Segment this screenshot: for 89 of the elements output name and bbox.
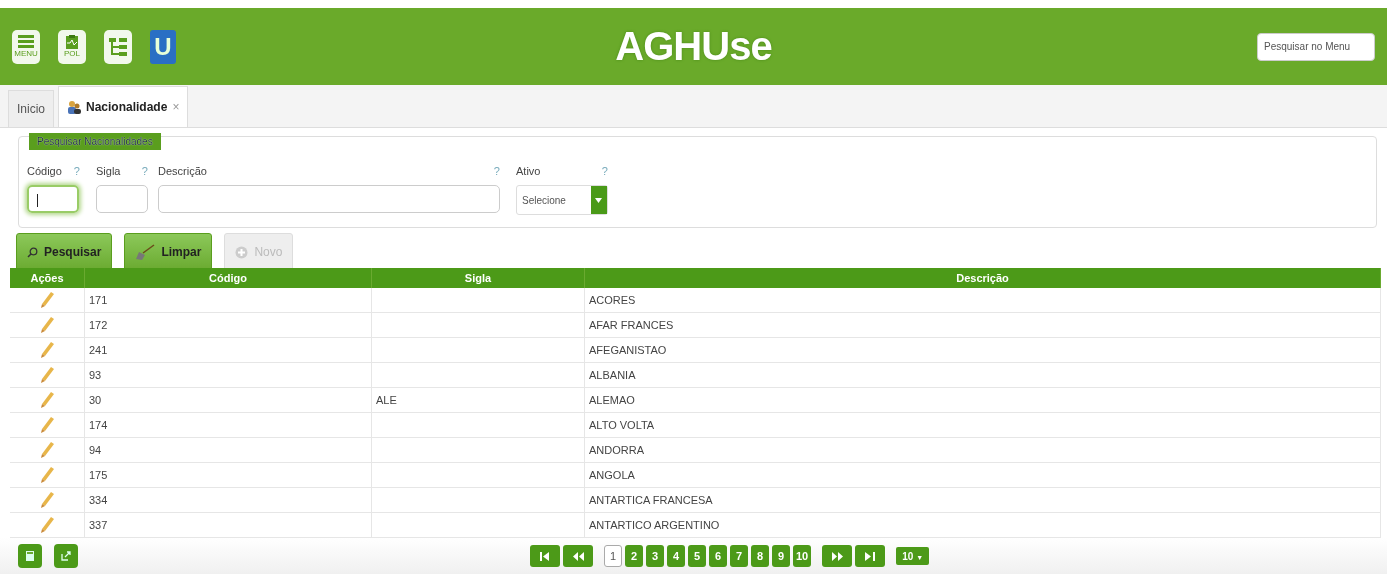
help-icon[interactable]: ?: [493, 165, 500, 177]
column-header[interactable]: Sigla: [371, 268, 585, 288]
table-cell: AFEGANISTAO: [584, 337, 1381, 363]
field-label: Descrição: [158, 165, 207, 177]
table-cell: AFAR FRANCES: [584, 312, 1381, 338]
table-cell: ALTO VOLTA: [584, 412, 1381, 438]
search-icon: [27, 246, 38, 258]
page-button[interactable]: 10: [793, 545, 812, 567]
input-field[interactable]: [27, 185, 79, 213]
export-icon: [61, 551, 71, 561]
pencil-icon[interactable]: [39, 440, 55, 458]
clipboard-icon: [66, 35, 78, 49]
tree-icon: [108, 35, 128, 58]
pencil-icon[interactable]: [39, 290, 55, 308]
column-header[interactable]: Ações: [10, 268, 85, 288]
page-button[interactable]: 5: [688, 545, 706, 567]
help-icon[interactable]: ?: [601, 165, 608, 177]
table-cell: ALBANIA: [584, 362, 1381, 388]
select-field[interactable]: Selecione: [516, 185, 608, 215]
last-page-icon: [865, 551, 876, 561]
column-header[interactable]: Código: [84, 268, 372, 288]
page-button[interactable]: 7: [730, 545, 748, 567]
first-page-button[interactable]: [530, 545, 560, 567]
previous-page-button[interactable]: [563, 545, 593, 567]
plus-icon: [235, 245, 249, 259]
field-label: Sigla: [96, 165, 121, 177]
help-icon[interactable]: ?: [73, 165, 80, 177]
search-button[interactable]: Pesquisar: [16, 233, 113, 271]
page-button[interactable]: 1: [604, 545, 622, 567]
calculator-button[interactable]: [18, 544, 42, 568]
dropdown-icon: [595, 197, 603, 203]
menu-button[interactable]: MENU: [12, 29, 40, 64]
table-cell: ALE: [371, 387, 585, 413]
logo: AGHUse: [615, 24, 772, 69]
menu-icon: [18, 35, 34, 49]
tree-button[interactable]: [104, 29, 132, 64]
clear-button[interactable]: Limpar: [124, 233, 213, 271]
close-tab-button[interactable]: ×: [172, 100, 180, 114]
table-cell: ANTARTICO ARGENTINO: [584, 512, 1381, 538]
page-button[interactable]: 6: [709, 545, 727, 567]
calculator-icon: [26, 551, 34, 561]
people-icon: [67, 100, 81, 114]
export-button[interactable]: [54, 544, 78, 568]
table-cell: 171: [84, 288, 372, 313]
input-field[interactable]: [158, 185, 500, 213]
pol-button[interactable]: POL: [58, 29, 86, 64]
table-cell: 334: [84, 487, 372, 513]
next-page-button[interactable]: [822, 545, 853, 567]
pencil-icon[interactable]: [39, 315, 55, 333]
panel-title: Pesquisar Nacionalidades: [29, 133, 161, 150]
pencil-icon[interactable]: [39, 415, 55, 433]
tab[interactable]: Nacionalidade ×: [58, 86, 189, 127]
help-icon[interactable]: ?: [141, 165, 148, 177]
page-button[interactable]: 2: [625, 545, 643, 567]
field-label: Código: [27, 165, 62, 177]
input-field[interactable]: [96, 185, 148, 213]
first-page-icon: [540, 551, 550, 561]
pencil-icon[interactable]: [39, 515, 55, 533]
column-header[interactable]: Descrição: [584, 268, 1381, 288]
table-cell: 337: [84, 512, 372, 538]
page-button[interactable]: 9: [772, 545, 790, 567]
page-button[interactable]: 3: [646, 545, 664, 567]
fast-forward-icon: [831, 551, 843, 561]
menu-search-field[interactable]: Pesquisar no Menu: [1257, 32, 1375, 61]
table-cell: ANDORRA: [584, 437, 1381, 463]
table-cell: 93: [84, 362, 372, 388]
table-cell: 30: [84, 387, 372, 413]
table-cell: 241: [84, 337, 372, 363]
tab[interactable]: Inicio: [8, 90, 54, 127]
pencil-icon[interactable]: [39, 340, 55, 358]
table-cell: ALEMAO: [584, 387, 1381, 413]
field-label: Ativo: [516, 165, 541, 177]
page-button[interactable]: 4: [667, 545, 685, 567]
table-cell: 175: [84, 462, 372, 488]
table-cell: ANTARTICA FRANCESA: [584, 487, 1381, 513]
rewind-icon: [572, 551, 584, 561]
pencil-icon[interactable]: [39, 490, 55, 508]
table-cell: 94: [84, 437, 372, 463]
page-button[interactable]: 8: [751, 545, 769, 567]
last-page-button[interactable]: [855, 545, 886, 567]
table-cell: 172: [84, 312, 372, 338]
broom-icon: [135, 244, 156, 260]
pencil-icon[interactable]: [39, 365, 55, 383]
table-cell: ACORES: [584, 288, 1381, 313]
table-cell: ANGOLA: [584, 462, 1381, 488]
table-cell: 174: [84, 412, 372, 438]
pencil-icon[interactable]: [39, 390, 55, 408]
pencil-icon[interactable]: [39, 465, 55, 483]
u-app-button[interactable]: U: [150, 29, 176, 64]
